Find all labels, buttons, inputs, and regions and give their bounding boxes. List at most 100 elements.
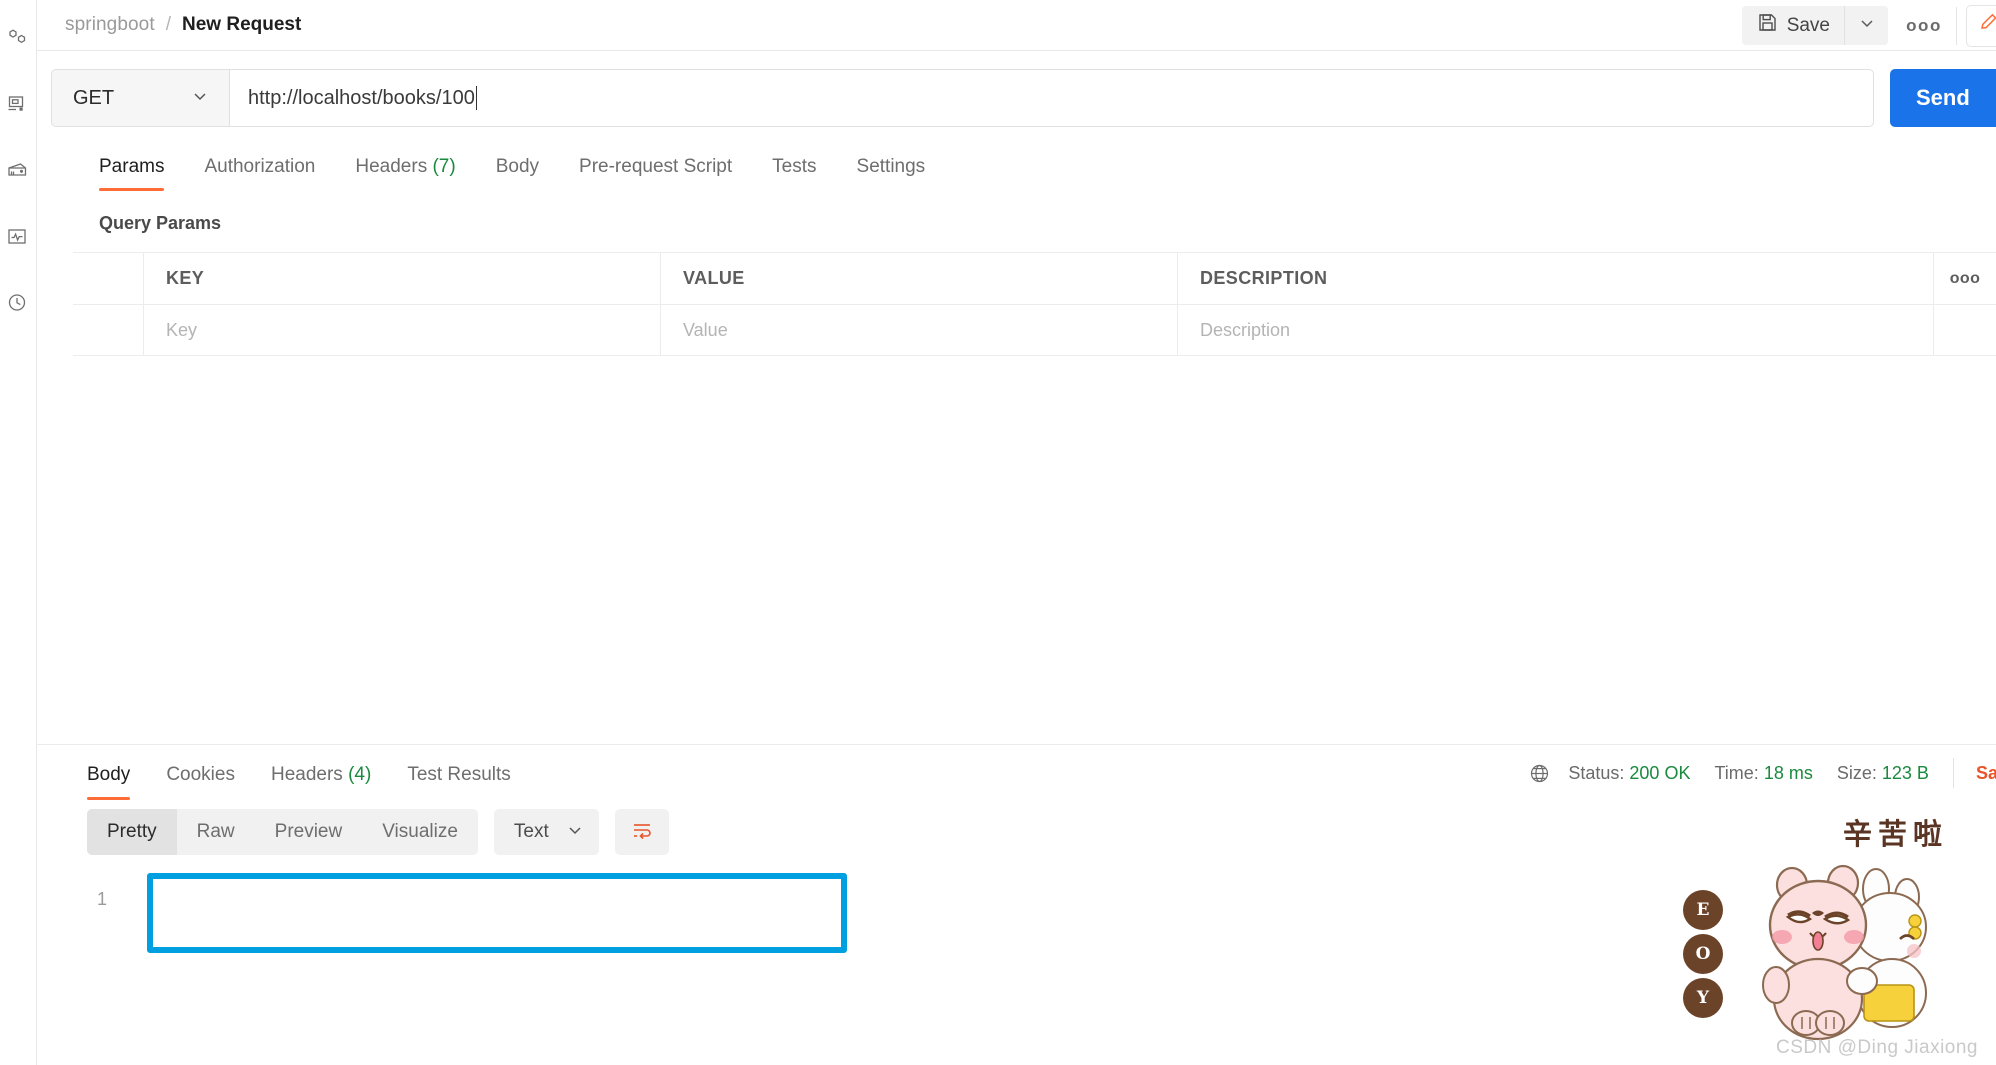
url-input[interactable]: http://localhost/books/100 (229, 69, 1874, 127)
response-tab-cookies[interactable]: Cookies (148, 747, 253, 800)
sidebar-item-apis[interactable] (0, 138, 37, 204)
ellipsis-icon: ooo (1949, 269, 1981, 287)
word-wrap-icon (630, 818, 654, 847)
header-value: VALUE (661, 253, 1178, 304)
time-value: 18 ms (1763, 762, 1813, 783)
http-method-select[interactable]: GET (51, 69, 229, 127)
breadcrumb-collection[interactable]: springboot (65, 14, 155, 36)
save-options-button[interactable] (1845, 6, 1888, 45)
content-type-label: Text (513, 821, 549, 842)
url-text: http://localhost/books/100 (248, 86, 475, 109)
params-bulk-edit-button[interactable]: ooo (1934, 253, 1996, 304)
table-header-row: KEY VALUE DESCRIPTION ooo (73, 253, 1996, 304)
save-button[interactable]: Save (1742, 6, 1844, 45)
status-badge: Status: 200 OK (1568, 763, 1690, 784)
tab-label: Authorization (204, 156, 316, 177)
row-description-input[interactable]: Description (1178, 305, 1934, 355)
view-mode-pretty[interactable]: Pretty (87, 809, 177, 855)
view-mode-label: Pretty (107, 821, 157, 842)
tab-params[interactable]: Params (73, 156, 184, 191)
save-label: Save (1786, 14, 1830, 36)
row-key-input[interactable]: Key (144, 305, 661, 355)
response-tabs: Body Cookies Headers (4) Test Results St… (37, 745, 1996, 801)
tab-pre-request-script[interactable]: Pre-request Script (559, 156, 752, 191)
method-label: GET (73, 86, 115, 109)
chevron-down-icon (565, 820, 585, 845)
save-response-button[interactable]: Save Res (1976, 763, 1996, 784)
time-badge: Time: 18 ms (1714, 763, 1812, 784)
response-tab-body[interactable]: Body (73, 747, 148, 800)
view-mode-preview[interactable]: Preview (255, 809, 363, 855)
save-disk-icon (1757, 12, 1778, 39)
pencil-icon (1978, 12, 1996, 39)
sidebar-item-history[interactable] (0, 270, 37, 336)
view-mode-raw[interactable]: Raw (177, 809, 255, 855)
response-tab-test-results[interactable]: Test Results (389, 747, 528, 800)
tab-authorization[interactable]: Authorization (184, 156, 335, 191)
tab-count: (7) (432, 156, 456, 177)
tab-body[interactable]: Body (476, 156, 559, 191)
left-icon-rail (0, 0, 37, 1065)
sidebar-item-environments[interactable] (0, 72, 37, 138)
apis-icon (7, 160, 29, 182)
globe-icon[interactable] (1527, 761, 1552, 786)
tab-settings[interactable]: Settings (837, 156, 946, 191)
response-body-editor[interactable]: 1 (37, 855, 1996, 1065)
request-header: springboot / New Request Save ooo (37, 0, 1996, 51)
time-label: Time: (1714, 762, 1759, 783)
send-button[interactable]: Send (1890, 69, 1996, 127)
send-label: Send (1916, 85, 1970, 110)
request-empty-area (37, 356, 1996, 744)
header-actions: Save ooo (1741, 0, 1996, 51)
request-tabs: Params Authorization Headers (7) Body Pr… (37, 143, 1996, 191)
tab-count: (4) (348, 763, 372, 785)
header-description: DESCRIPTION (1178, 253, 1934, 304)
status-value: 200 OK (1629, 762, 1691, 783)
ellipsis-icon: ooo (1906, 15, 1942, 35)
sidebar-item-monitors[interactable] (0, 204, 37, 270)
history-icon (7, 292, 29, 314)
main-panel: springboot / New Request Save ooo GET ht… (37, 0, 1996, 1065)
breadcrumb-separator: / (165, 14, 172, 35)
collections-icon (7, 28, 29, 50)
status-label: Status: (1568, 762, 1625, 783)
page-title: New Request (182, 14, 302, 35)
response-tab-headers[interactable]: Headers (4) (253, 747, 389, 800)
view-mode-label: Visualize (382, 821, 458, 842)
body-highlight-annotation (147, 873, 847, 953)
tab-label: Pre-request Script (579, 156, 733, 177)
url-bar: GET http://localhost/books/100 Send (37, 51, 1996, 143)
content-type-select[interactable]: Text (493, 809, 599, 855)
chevron-down-icon (189, 85, 211, 112)
size-value: 123 B (1881, 762, 1929, 783)
tab-label: Test Results (407, 763, 511, 785)
row-checkbox[interactable] (73, 305, 144, 355)
wrap-lines-button[interactable] (614, 809, 669, 855)
view-mode-visualize[interactable]: Visualize (362, 809, 478, 855)
line-number: 1 (97, 889, 108, 909)
view-mode-label: Preview (274, 821, 343, 842)
postman-window: springboot / New Request Save ooo GET ht… (0, 0, 1996, 1065)
query-params-table: KEY VALUE DESCRIPTION ooo Key Value Desc… (73, 252, 1996, 356)
tab-label: Headers (355, 156, 428, 177)
sidebar-item-collections[interactable] (0, 6, 37, 72)
chevron-down-icon (1857, 13, 1877, 38)
tab-tests[interactable]: Tests (752, 156, 836, 191)
tab-label: Settings (856, 156, 926, 177)
tab-label: Body (87, 763, 131, 785)
save-button-group: Save (1741, 6, 1888, 45)
header-checkbox-cell (73, 253, 144, 304)
header-key: KEY (144, 253, 661, 304)
view-mode-group: Pretty Raw Preview Visualize (87, 809, 478, 855)
tab-headers[interactable]: Headers (7) (335, 156, 475, 191)
text-cursor (475, 86, 477, 110)
table-row: Key Value Description (73, 304, 1996, 355)
tab-label: Cookies (166, 763, 235, 785)
meta-divider (1952, 758, 1954, 788)
header-more-button[interactable]: ooo (1896, 6, 1952, 45)
edit-comment-button[interactable] (1966, 4, 1996, 47)
tab-label: Headers (270, 763, 343, 785)
tab-label: Params (99, 156, 165, 177)
row-value-input[interactable]: Value (661, 305, 1178, 355)
tab-label: Tests (772, 156, 817, 177)
